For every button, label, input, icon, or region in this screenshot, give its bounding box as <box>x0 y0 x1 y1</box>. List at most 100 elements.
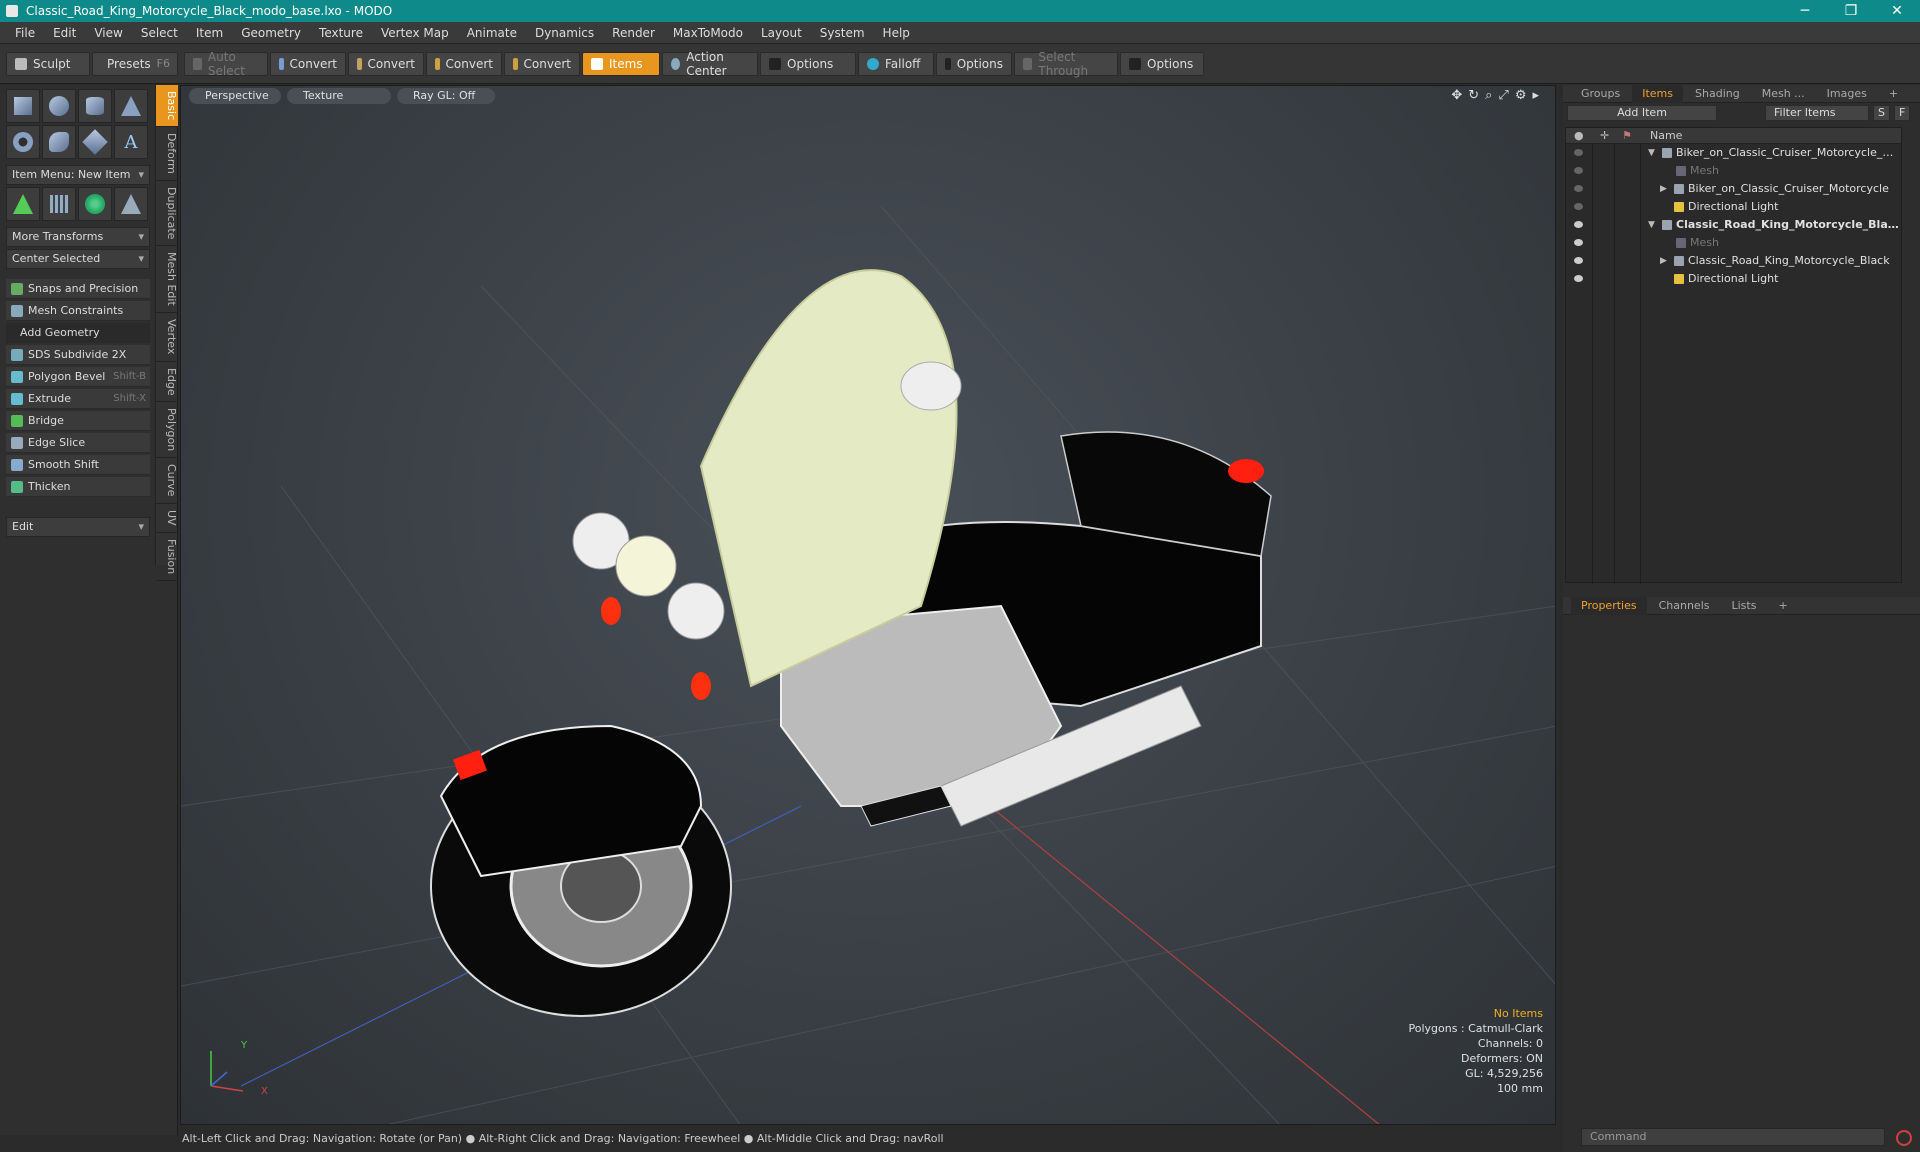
menu-dynamics[interactable]: Dynamics <box>526 26 603 40</box>
rotate-tool[interactable] <box>78 187 112 221</box>
more-transforms-dropdown[interactable]: More Transforms <box>6 227 150 247</box>
restore-button[interactable]: ❐ <box>1828 0 1874 22</box>
text-tool[interactable]: A <box>114 125 148 159</box>
tab-channels[interactable]: Channels <box>1649 597 1720 615</box>
convert-vertices-button[interactable]: Convert <box>270 51 346 76</box>
tab-shading[interactable]: Shading <box>1685 85 1750 103</box>
menu-animate[interactable]: Animate <box>458 26 526 40</box>
edit-dropdown[interactable]: Edit <box>6 517 150 537</box>
fit-icon[interactable]: ⤢ <box>1498 88 1508 103</box>
expand-arrow-icon[interactable]: ▶ <box>1660 252 1667 270</box>
menu-geometry[interactable]: Geometry <box>232 26 310 40</box>
move-tool[interactable] <box>6 187 40 221</box>
tab-images[interactable]: Images <box>1817 85 1877 103</box>
eye-icon[interactable] <box>1574 203 1583 210</box>
tree-row[interactable]: Directional Light <box>1566 198 1901 216</box>
menu-item[interactable]: Item <box>187 26 232 40</box>
torus-tool[interactable] <box>6 125 40 159</box>
filter-s-button[interactable]: S <box>1873 105 1890 121</box>
menu-file[interactable]: File <box>6 26 44 40</box>
minimize-button[interactable]: ─ <box>1782 0 1828 22</box>
menu-system[interactable]: System <box>811 26 874 40</box>
tab-uv[interactable]: UV <box>156 504 178 533</box>
tab-edge[interactable]: Edge <box>156 362 178 403</box>
add-geometry-header[interactable]: Add Geometry <box>6 323 150 343</box>
tab-deform[interactable]: Deform <box>156 127 178 182</box>
menu-texture[interactable]: Texture <box>310 26 372 40</box>
bridge-button[interactable]: Bridge <box>6 411 150 431</box>
tab-vertex[interactable]: Vertex <box>156 313 178 362</box>
tree-row[interactable]: Mesh <box>1566 234 1901 252</box>
expand-arrow-icon[interactable]: ▼ <box>1648 144 1655 162</box>
expand-arrow-icon[interactable]: ▼ <box>1648 216 1655 234</box>
convert-edges-button[interactable]: Convert <box>348 51 424 76</box>
viewport-menu-icon[interactable]: ▸ <box>1532 88 1539 103</box>
visibility-col-icon[interactable]: ● <box>1574 128 1584 144</box>
tab-basic[interactable]: Basic <box>156 85 178 128</box>
tree-row[interactable]: ▼ Biker_on_Classic_Cruiser_Motorcycle_mo… <box>1566 144 1901 162</box>
menu-layout[interactable]: Layout <box>752 26 811 40</box>
menu-help[interactable]: Help <box>874 26 919 40</box>
menu-maxtomodo[interactable]: MaxToModo <box>664 26 752 40</box>
tree-row[interactable]: Mesh <box>1566 162 1901 180</box>
add-item-button[interactable]: Add Item <box>1567 105 1717 121</box>
eye-icon[interactable] <box>1574 275 1583 282</box>
eye-icon[interactable] <box>1574 239 1583 246</box>
add-tab-icon[interactable]: + <box>1768 597 1797 615</box>
view-perspective-button[interactable]: Perspective <box>189 88 281 104</box>
type-col-icon[interactable]: ⚑ <box>1622 128 1632 144</box>
snaps-precision-button[interactable]: Snaps and Precision <box>6 279 150 299</box>
convert-items-button[interactable]: Convert <box>504 51 580 76</box>
shading-texture-button[interactable]: Texture <box>287 88 391 104</box>
menu-edit[interactable]: Edit <box>44 26 85 40</box>
tab-duplicate[interactable]: Duplicate <box>156 181 178 247</box>
tab-groups[interactable]: Groups <box>1571 85 1630 103</box>
polygon-bevel-button[interactable]: Polygon Bevel Shift-B <box>6 367 150 387</box>
pan-icon[interactable]: ✥ <box>1451 88 1462 103</box>
extrude-button[interactable]: Extrude Shift-X <box>6 389 150 409</box>
tab-mesh[interactable]: Mesh ... <box>1752 85 1815 103</box>
tab-mesh-edit[interactable]: Mesh Edit <box>156 246 178 314</box>
command-input[interactable]: Command <box>1581 1128 1885 1146</box>
tree-row[interactable]: Directional Light <box>1566 270 1901 288</box>
filter-items-input[interactable]: Filter Items <box>1765 105 1869 121</box>
cube-tool[interactable] <box>6 89 40 123</box>
convert-polygons-button[interactable]: Convert <box>426 51 502 76</box>
presets-button[interactable]: Presets F6 <box>92 51 178 76</box>
lock-col-icon[interactable]: ✛ <box>1600 128 1609 144</box>
tree-row[interactable]: ▶ Biker_on_Classic_Cruiser_Motorcycle <box>1566 180 1901 198</box>
cylinder-tool[interactable] <box>78 89 112 123</box>
scale-tool[interactable] <box>42 187 76 221</box>
element-tool[interactable] <box>114 187 148 221</box>
menu-render[interactable]: Render <box>603 26 664 40</box>
menu-vertex-map[interactable]: Vertex Map <box>372 26 458 40</box>
select-through-options-button[interactable]: Options <box>1120 51 1204 76</box>
menu-view[interactable]: View <box>85 26 131 40</box>
3d-viewport[interactable]: Y X Perspective Texture Ray GL: Off ✥ ↻ … <box>180 85 1556 1125</box>
items-mode-button[interactable]: Items <box>582 51 660 76</box>
action-center-options-button[interactable]: Options <box>760 51 856 76</box>
tab-lists[interactable]: Lists <box>1722 597 1767 615</box>
pen-tool[interactable] <box>78 125 112 159</box>
thicken-button[interactable]: Thicken <box>6 477 150 497</box>
tree-row[interactable]: ▼ Classic_Road_King_Motorcycle_Blac... <box>1566 216 1901 234</box>
tab-items[interactable]: Items <box>1632 84 1684 103</box>
name-column-header[interactable]: Name <box>1650 128 1682 144</box>
filter-f-button[interactable]: F <box>1893 105 1911 121</box>
menu-select[interactable]: Select <box>132 26 187 40</box>
select-through-button[interactable]: Select Through <box>1014 50 1118 78</box>
falloff-button[interactable]: Falloff <box>858 51 934 76</box>
center-selected-dropdown[interactable]: Center Selected <box>6 249 150 269</box>
add-tab-icon[interactable]: + <box>1879 85 1908 103</box>
action-center-button[interactable]: Action Center <box>662 50 758 78</box>
expand-arrow-icon[interactable]: ▶ <box>1660 180 1667 198</box>
sculpt-button[interactable]: Sculpt <box>6 51 90 76</box>
tab-fusion[interactable]: Fusion <box>156 533 178 581</box>
sds-subdivide-button[interactable]: SDS Subdivide 2X <box>6 345 150 365</box>
item-menu-dropdown[interactable]: Item Menu: New Item <box>6 165 150 185</box>
tab-curve[interactable]: Curve <box>156 458 178 504</box>
cone-tool[interactable] <box>114 89 148 123</box>
eye-icon[interactable] <box>1574 221 1583 228</box>
eye-icon[interactable] <box>1574 257 1583 264</box>
mesh-constraints-button[interactable]: Mesh Constraints <box>6 301 150 321</box>
